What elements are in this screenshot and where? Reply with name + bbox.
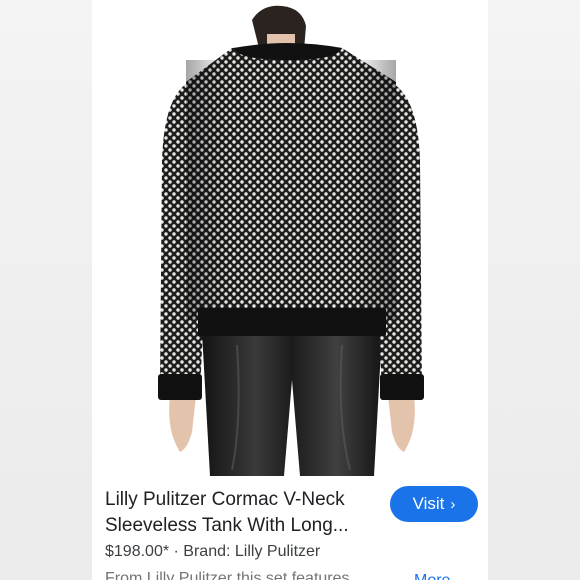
- chevron-down-icon: ⌄: [455, 572, 468, 580]
- product-price: $198.00*: [105, 543, 170, 560]
- product-title-line-1: Lilly Pulitzer Cormac V-Neck: [105, 489, 345, 510]
- product-photo[interactable]: [92, 0, 488, 478]
- product-screen: Lilly Pulitzer Cormac V-Neck Sleeveless …: [92, 0, 488, 580]
- model-back-view-photo: [158, 5, 424, 476]
- blurred-side-left: [0, 0, 92, 580]
- product-card: Lilly Pulitzer Cormac V-Neck Sleeveless …: [92, 478, 488, 580]
- visit-button[interactable]: Visit ›: [390, 486, 478, 522]
- chevron-right-icon: ›: [450, 495, 456, 513]
- product-title[interactable]: Lilly Pulitzer Cormac V-Neck Sleeveless …: [105, 487, 380, 539]
- meta-separator: ·: [173, 543, 179, 560]
- more-link[interactable]: More ⌄: [414, 570, 468, 580]
- screenshot-frame: Lilly Pulitzer Cormac V-Neck Sleeveless …: [0, 0, 580, 580]
- more-label: More: [414, 572, 450, 580]
- product-brand: Brand: Lilly Pulitzer: [183, 543, 321, 560]
- product-description: From Lilly Pulitzer this set features: [105, 570, 350, 580]
- visit-button-label: Visit: [412, 494, 445, 513]
- product-meta: $198.00* · Brand: Lilly Pulitzer: [105, 543, 320, 561]
- product-title-line-2: Sleeveless Tank With Long...: [105, 515, 349, 536]
- blurred-side-right: [488, 0, 580, 580]
